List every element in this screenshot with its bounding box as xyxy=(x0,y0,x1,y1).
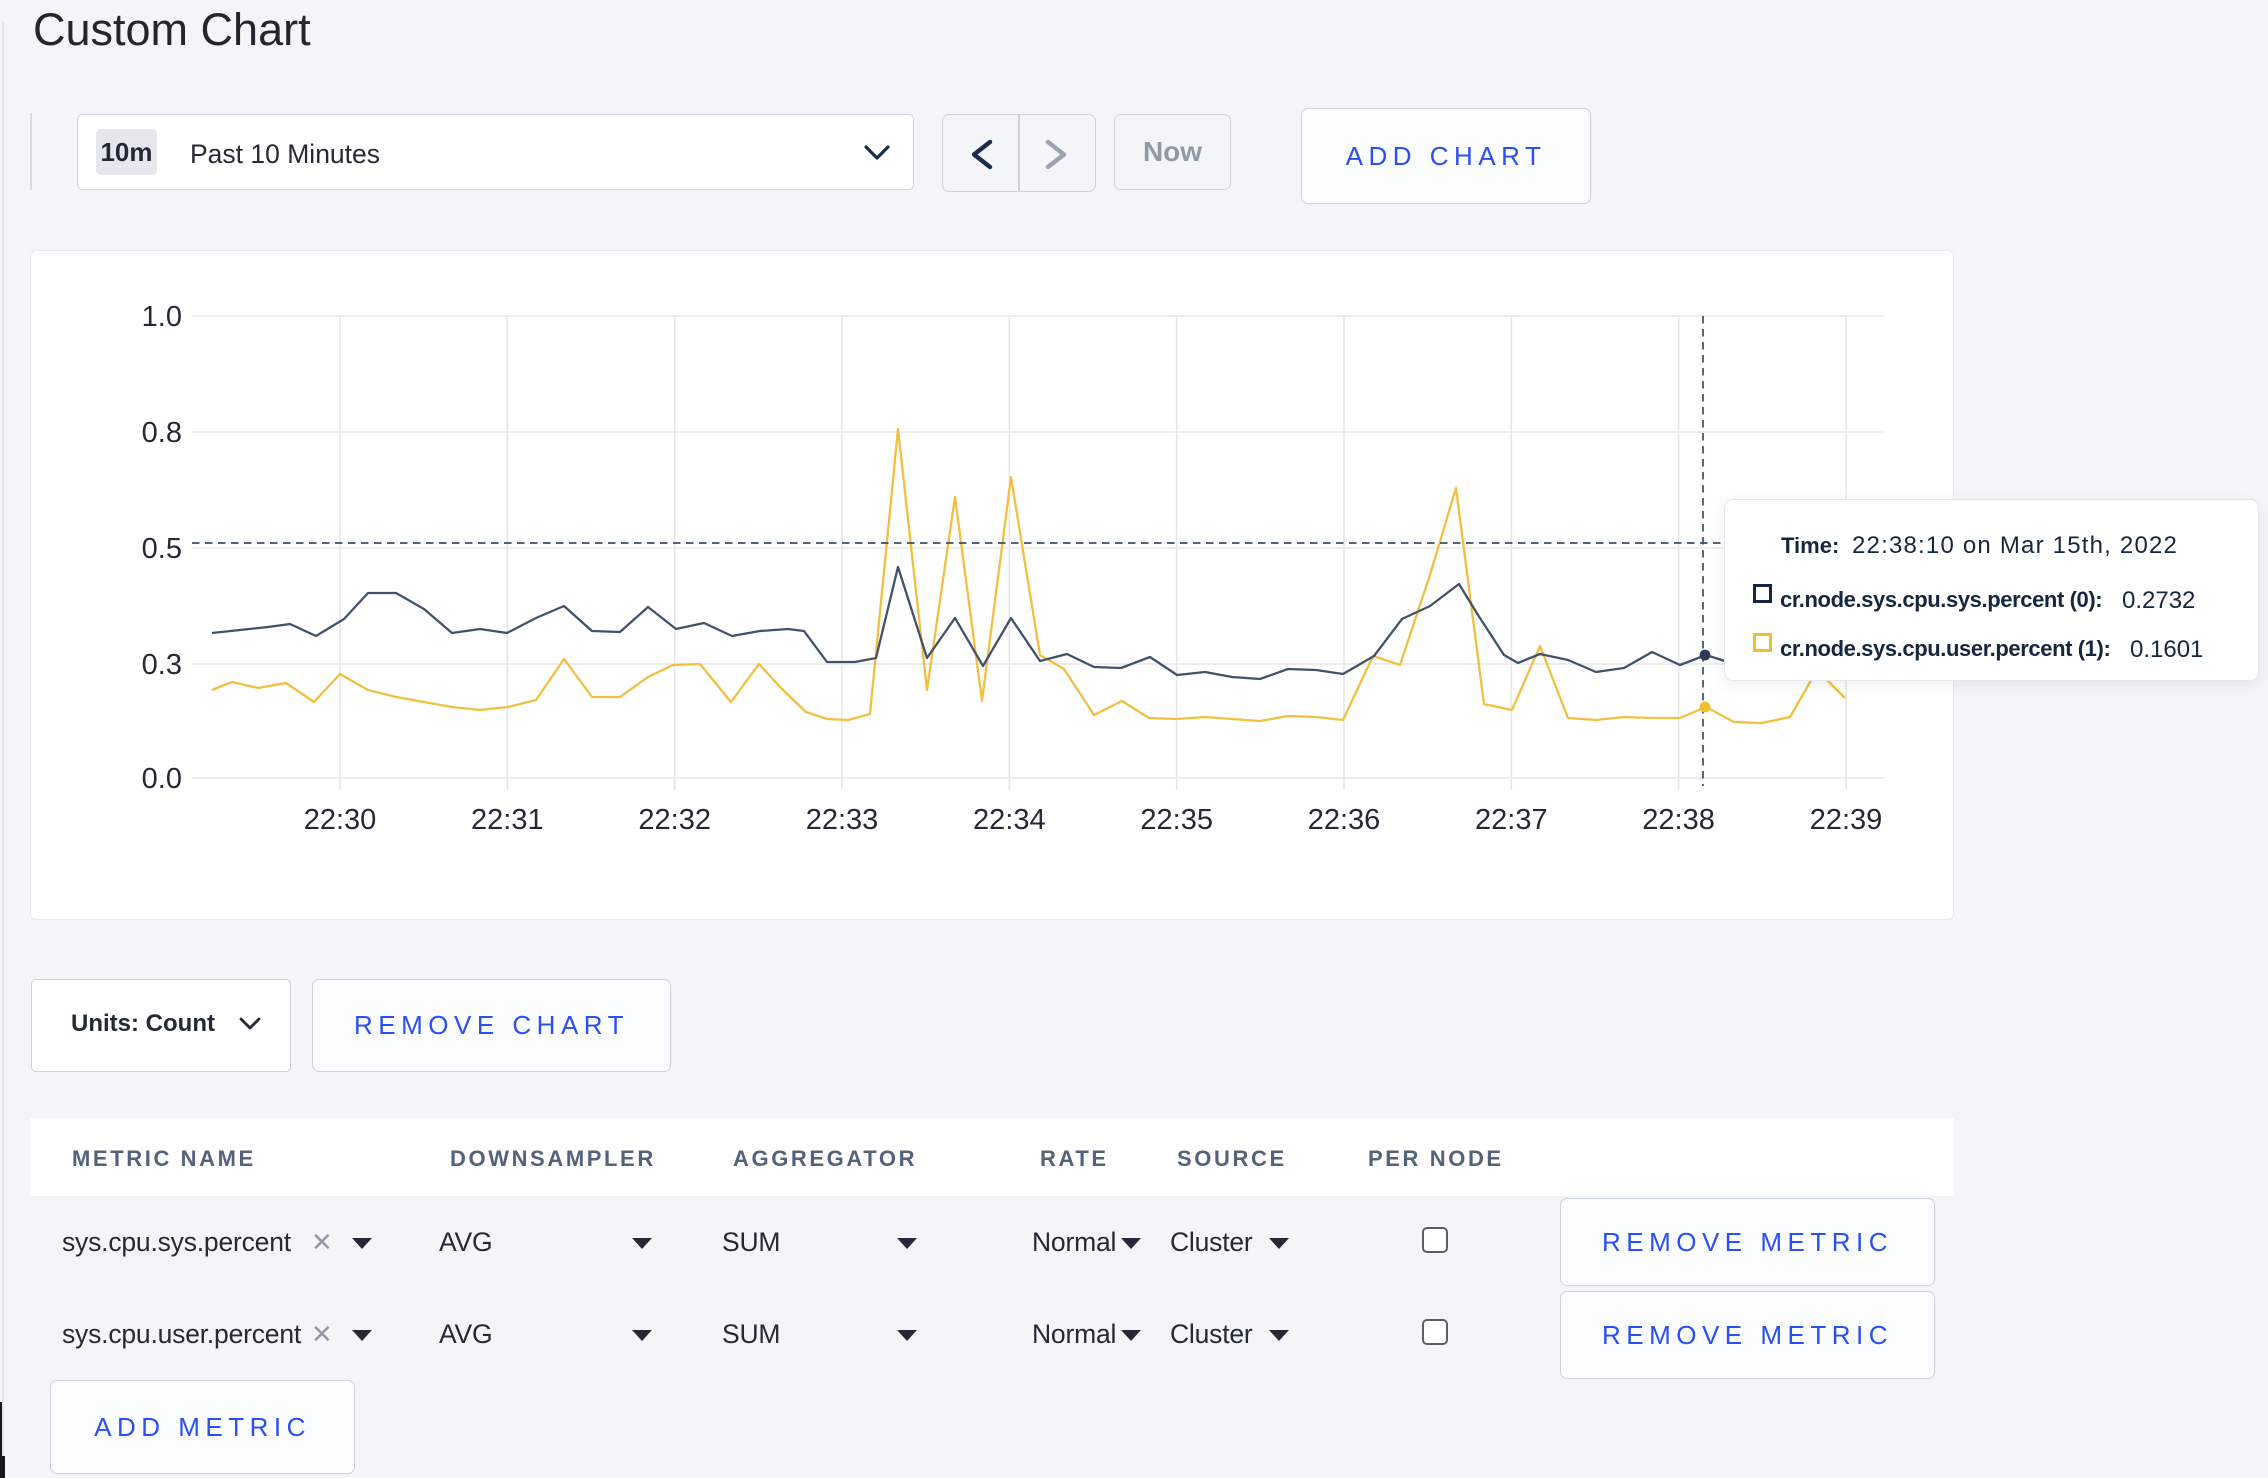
svg-text:22:39: 22:39 xyxy=(1810,804,1883,836)
svg-text:22:34: 22:34 xyxy=(973,804,1046,836)
svg-text:22:32: 22:32 xyxy=(638,804,711,836)
svg-text:22:36: 22:36 xyxy=(1308,804,1381,836)
svg-text:22:33: 22:33 xyxy=(806,804,879,836)
svg-text:0.0: 0.0 xyxy=(142,763,182,795)
svg-text:0.3: 0.3 xyxy=(142,649,182,681)
svg-text:22:31: 22:31 xyxy=(471,804,544,836)
svg-text:0.8: 0.8 xyxy=(142,417,182,449)
svg-text:22:38: 22:38 xyxy=(1642,804,1715,836)
svg-text:22:35: 22:35 xyxy=(1140,804,1213,836)
svg-text:1.0: 1.0 xyxy=(142,301,182,333)
svg-text:0.5: 0.5 xyxy=(142,533,182,565)
svg-text:22:37: 22:37 xyxy=(1475,804,1548,836)
svg-text:22:30: 22:30 xyxy=(304,804,377,836)
